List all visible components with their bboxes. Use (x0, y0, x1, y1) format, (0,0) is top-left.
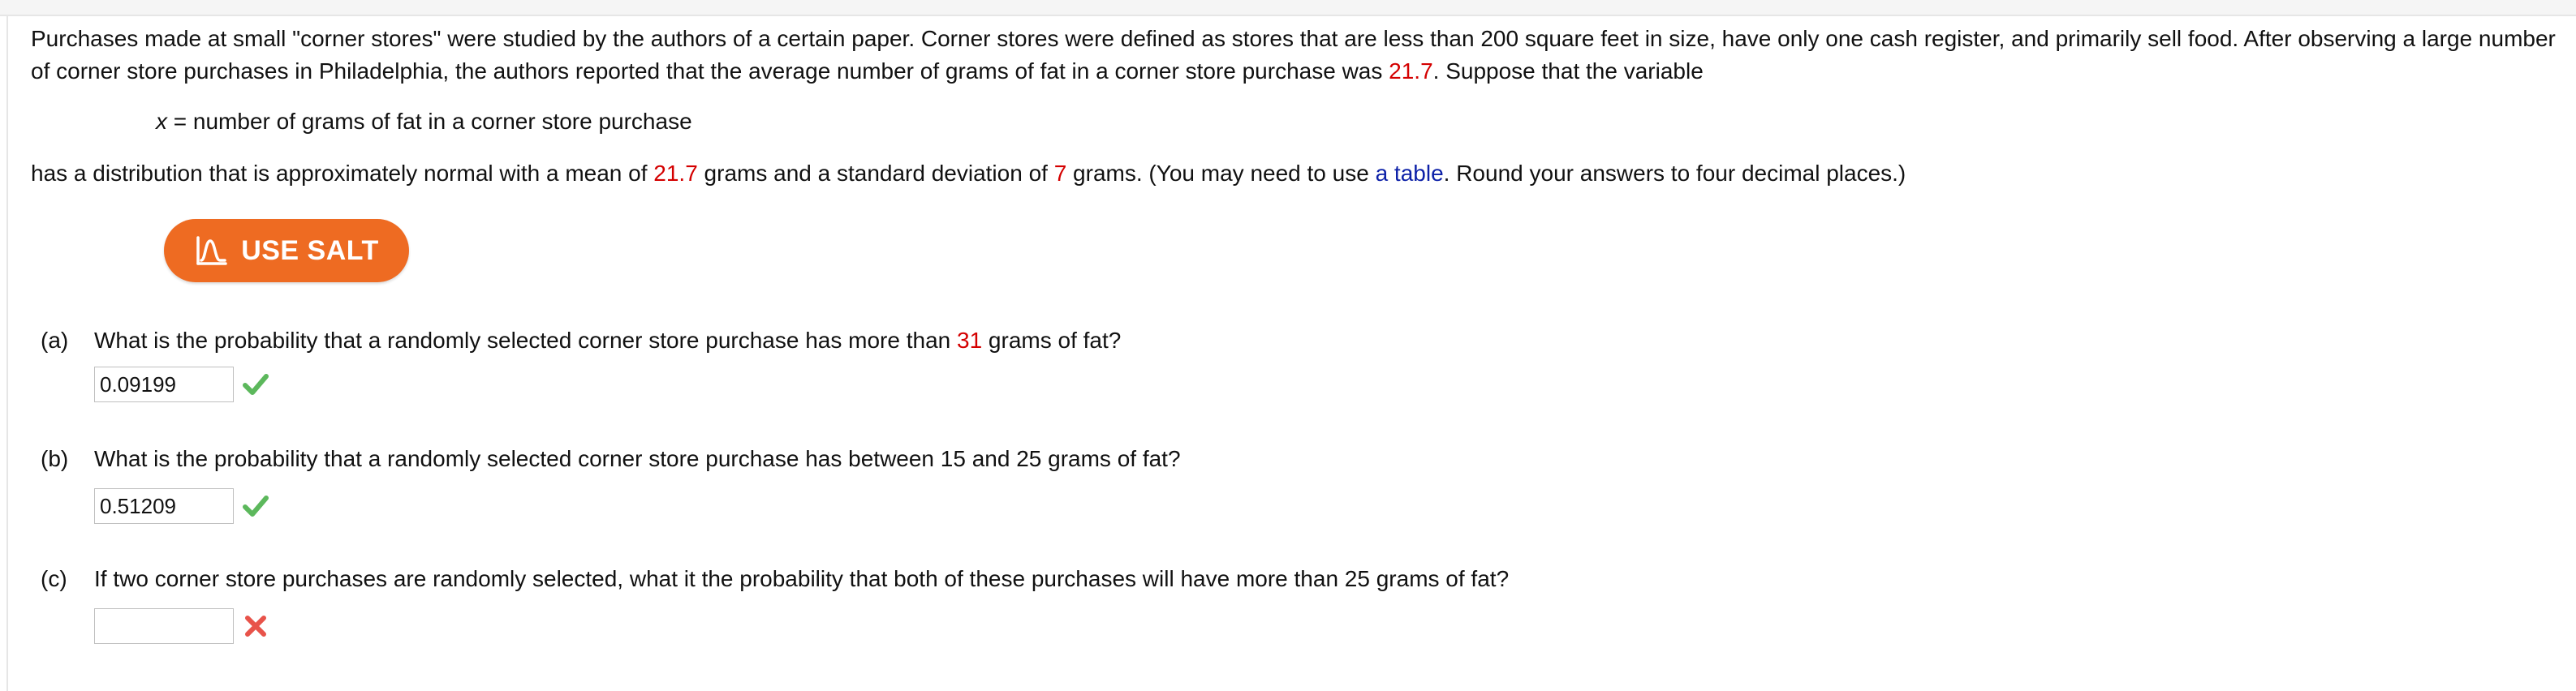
question-text: If two corner store purchases are random… (94, 566, 1510, 591)
answer-input-a[interactable] (94, 367, 234, 402)
question-text-part: What is the probability that a randomly … (94, 328, 957, 353)
answer-input-b[interactable] (94, 488, 234, 524)
top-border (0, 0, 2576, 16)
question-text-part: grams of fat? (982, 328, 1122, 353)
check-icon (242, 371, 269, 398)
cross-icon (242, 612, 269, 640)
distribution-mean: 21.7 (653, 161, 698, 186)
problem-intro: Purchases made at small "corner stores" … (31, 23, 2563, 88)
variable-definition-text: = number of grams of fat in a corner sto… (167, 109, 692, 134)
distribution-sd: 7 (1053, 161, 1067, 186)
use-salt-button[interactable]: USE SALT (164, 219, 409, 282)
question-letter: (b) (41, 446, 69, 471)
answer-row-b (94, 488, 269, 524)
answer-row-c (94, 608, 269, 644)
distribution-statement: has a distribution that is approximately… (31, 157, 2563, 190)
question-highlight-value: 31 (957, 328, 983, 353)
problem-content: Purchases made at small "corner stores" … (31, 23, 2563, 190)
question-text: What is the probability that a randomly … (94, 324, 1121, 357)
distribution-text-2: grams and a standard deviation of (697, 161, 1054, 186)
intro-mean-value: 21.7 (1389, 58, 1433, 84)
use-salt-label: USE SALT (241, 234, 379, 266)
check-icon (242, 492, 269, 520)
table-link[interactable]: a table (1376, 161, 1444, 186)
salt-chart-icon (194, 233, 230, 268)
question-letter: (c) (41, 566, 67, 591)
variable-symbol: x (156, 109, 167, 134)
answer-row-a (94, 367, 269, 402)
distribution-text-4: . Round your answers to four decimal pla… (1443, 161, 1906, 186)
variable-definition: x = number of grams of fat in a corner s… (156, 105, 2563, 138)
question-text: What is the probability that a randomly … (94, 446, 1181, 471)
question-letter: (a) (41, 328, 69, 353)
distribution-text-3: grams. (You may need to use (1066, 161, 1376, 186)
left-border (6, 16, 8, 691)
answer-input-c[interactable] (94, 608, 234, 644)
intro-text: Purchases made at small "corner stores" … (31, 26, 2556, 84)
intro-text-end: . Suppose that the variable (1432, 58, 1704, 84)
distribution-text-1: has a distribution that is approximately… (31, 161, 654, 186)
